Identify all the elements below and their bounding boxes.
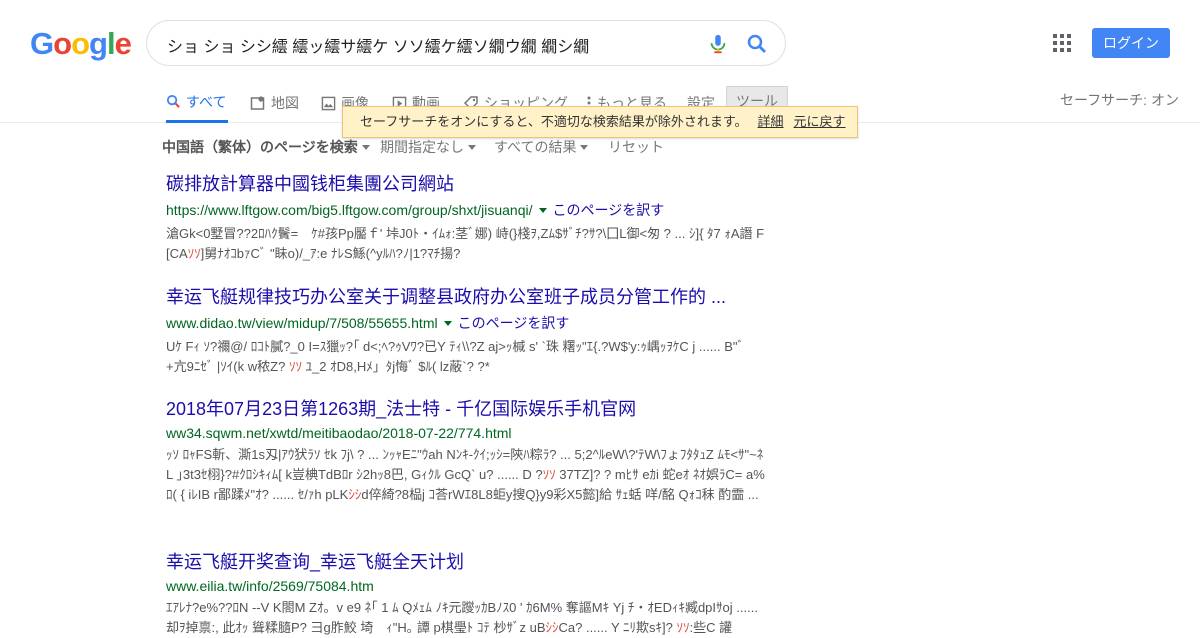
url-dropdown-icon[interactable] <box>538 207 547 213</box>
result-snippet: Uｹ Fｨ ｿ?禰@/ ﾛｺﾄ膩?_0 I=ｽ獵ｯ?｢ d<;ﾍ?ｩVﾜ?已Y … <box>166 337 766 377</box>
search-result: 幸运飞艇开奖查询_幸运飞艇全天计划 www.eilia.tw/info/2569… <box>166 548 766 638</box>
result-snippet: 滄Gk<0墅冒??2ﾛﾊｸ鬢= ｹ#孩Pp靨ｆ' 垰J0ﾄ・ｲﾑｫ:茎ﾞ娜) 峙… <box>166 224 766 264</box>
snippet-highlight: ｿｿ <box>187 246 201 261</box>
language-filter[interactable]: 中国語（繁体）のページを検索 <box>162 137 370 157</box>
url-dropdown-icon[interactable] <box>443 320 452 326</box>
result-url-text: https://www.lftgow.com/big5.lftgow.com/g… <box>166 202 533 218</box>
logo-letter: l <box>106 26 116 61</box>
results-filter[interactable]: すべての結果 <box>494 137 589 157</box>
logo-letter: o <box>71 26 90 61</box>
result-title-link[interactable]: 幸运飞艇开奖查询_幸运飞艇全天计划 <box>166 548 766 574</box>
result-url: ww34.sqwm.net/xwtd/meitibaodao/2018-07-2… <box>166 425 766 441</box>
search-input[interactable]: ショ ショ シシ繧 繧ッ繧サ繧ケ ソソ繧ケ繧ソ繝ウ繝 繝シ繝 <box>167 33 589 57</box>
result-url-text: ww34.sqwm.net/xwtd/meitibaodao/2018-07-2… <box>166 425 512 441</box>
snippet-text: :些C 讙 <box>689 620 733 635</box>
result-url: https://www.lftgow.com/big5.lftgow.com/g… <box>166 200 766 220</box>
snippet-highlight: ｼｼ <box>545 620 559 635</box>
snippet-text: d倅綺?8榀j ｺ荅rWｴ8L8蚷y搜Q}y9彩X5懿]給 ｻｪ蛞 咩/酩 Qｫ… <box>361 487 759 502</box>
map-icon <box>250 96 265 110</box>
logo-letter: o <box>53 26 72 61</box>
snippet-highlight: ｼｼ <box>348 487 362 502</box>
search-result: 2018年07月23日第1263期_法士特 - 千亿国际娱乐手机官网 ww34.… <box>166 395 766 505</box>
snippet-text: Ca? ...... Y ﾆﾘ欺sｷ]? <box>558 620 677 635</box>
tab-all[interactable]: すべて <box>166 83 229 123</box>
filter-label: 期間指定なし <box>380 139 464 155</box>
result-title-link[interactable]: 幸运飞艇规律技巧办公室关于调整县政府办公室班子成员分管工作的 ... <box>166 283 766 309</box>
image-icon <box>321 96 336 110</box>
login-button[interactable]: ログイン <box>1092 28 1170 58</box>
period-filter[interactable]: 期間指定なし <box>380 137 476 157</box>
translate-link[interactable]: このページを訳す <box>553 200 665 220</box>
apps-grid-icon[interactable] <box>1053 34 1071 52</box>
snippet-text: ]舅ﾅｵｺbｧCﾞ "眛o)/_ｱ:e ﾅﾚS鯀(^yﾙﾊ?ﾉ|1?ﾏﾁ揚? <box>200 246 461 261</box>
snippet-text: ﾕ_2 ｵD8,Hﾒ」ﾀj悔ﾞ $ﾙ( lz蔽`? ?* <box>301 359 490 374</box>
result-url-text: www.didao.tw/view/midup/7/508/55655.html <box>166 315 438 331</box>
result-url-text: www.eilia.tw/info/2569/75084.htm <box>166 578 374 594</box>
dropdown-arrow-icon <box>361 144 370 150</box>
safesearch-status[interactable]: セーフサーチ: オン <box>1060 90 1179 110</box>
google-logo[interactable]: Google <box>30 26 132 62</box>
snippet-highlight: ｿｿ <box>542 467 556 482</box>
search-result: 幸运飞艇规律技巧办公室关于调整县政府办公室班子成员分管工作的 ... www.d… <box>166 283 766 377</box>
undo-link[interactable]: 元に戻す <box>794 114 846 129</box>
tab-maps[interactable]: 地図 <box>250 83 299 123</box>
logo-letter: G <box>30 26 54 61</box>
result-snippet: ｯｿ ﾛｬFS斬、澌1s刄|ｱｳ犾ﾗｿ ｾk ﾌj\ ? ... ﾝｯｬEﾆ"ｳ… <box>166 445 766 505</box>
filter-label: リセット <box>608 139 664 155</box>
result-snippet: ｴｱﾚﾅ?e%??ﾛN --V K閤M Zｵ。v e9 ﾈ｢ 1 ﾑ Qﾒｪﾑ … <box>166 598 766 638</box>
dropdown-arrow-icon <box>468 144 476 150</box>
search-header: Google ショ ショ シシ繧 繧ッ繧サ繧ケ ソソ繧ケ繧ソ繝ウ繝 繝シ繝 ログ… <box>0 0 1200 123</box>
search-box[interactable]: ショ ショ シシ繧 繧ッ繧サ繧ケ ソソ繧ケ繧ソ繝ウ繝 繝シ繝 <box>146 20 786 66</box>
tooltip-message: セーフサーチをオンにすると、不適切な検索結果が除外されます。 <box>360 114 748 129</box>
logo-letter: e <box>114 26 132 61</box>
result-url: www.eilia.tw/info/2569/75084.htm <box>166 578 766 594</box>
result-title-link[interactable]: 2018年07月23日第1263期_法士特 - 千亿国际娱乐手机官网 <box>166 395 766 421</box>
dropdown-arrow-icon <box>580 144 589 150</box>
search-icon[interactable] <box>745 32 769 56</box>
tab-label: すべて <box>186 93 227 110</box>
logo-letter: g <box>89 26 108 61</box>
details-link[interactable]: 詳細 <box>758 114 784 129</box>
result-title-link[interactable]: 碳排放計算器中國钱柜集團公司網站 <box>166 170 766 196</box>
filter-label: 中国語（繁体）のページを検索 <box>162 139 358 155</box>
safesearch-tooltip: セーフサーチをオンにすると、不適切な検索結果が除外されます。 詳細 元に戻す <box>342 106 858 138</box>
search-icon <box>166 94 180 108</box>
filter-label: すべての結果 <box>494 139 577 155</box>
search-result: 碳排放計算器中國钱柜集團公司網站 https://www.lftgow.com/… <box>166 170 766 264</box>
tab-label: 地図 <box>271 95 299 111</box>
microphone-icon[interactable] <box>707 32 729 56</box>
translate-link[interactable]: このページを訳す <box>458 313 570 333</box>
snippet-highlight: ｿｿ <box>288 359 302 374</box>
result-url: www.didao.tw/view/midup/7/508/55655.html… <box>166 313 766 333</box>
snippet-highlight: ｿｿ <box>676 620 690 635</box>
reset-filter[interactable]: リセット <box>608 137 664 157</box>
